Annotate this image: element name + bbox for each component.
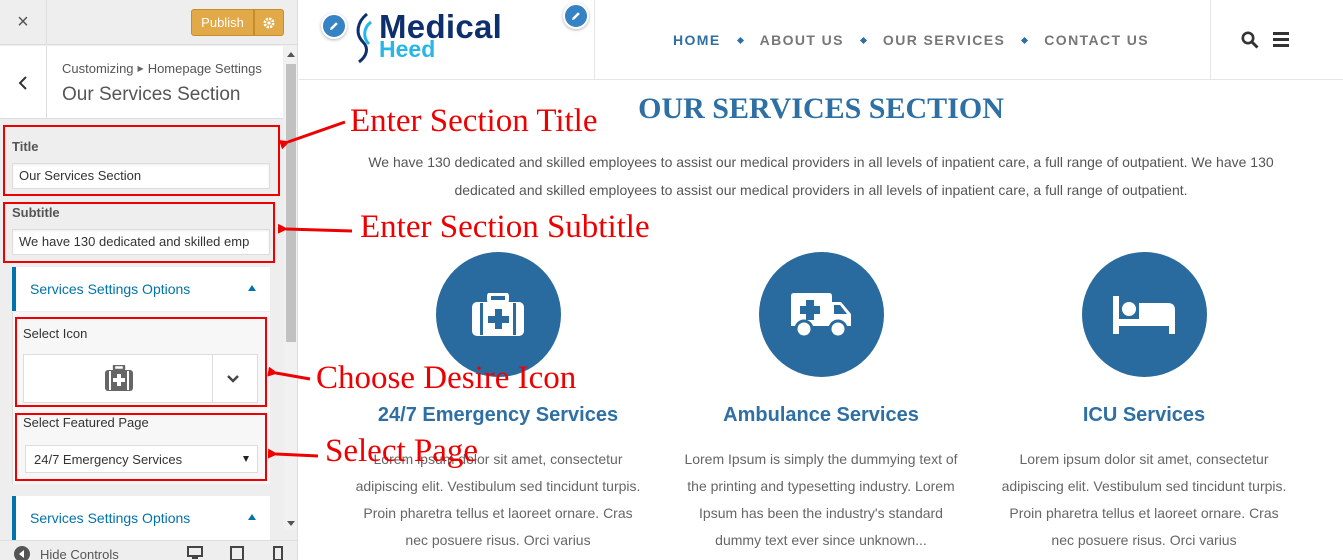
- nav-about-us[interactable]: ABOUT US: [760, 32, 844, 48]
- breadcrumb: Customizing ▶ Homepage Settings: [62, 61, 262, 76]
- nav-contact-us[interactable]: CONTACT US: [1044, 32, 1149, 48]
- edit-logo-pencil-icon[interactable]: [321, 13, 347, 39]
- back-button[interactable]: [0, 46, 47, 119]
- section-header: Customizing ▶ Homepage Settings Our Servic…: [0, 46, 283, 119]
- page-highlight-box: [15, 413, 267, 481]
- main-nav: HOME ABOUT US OUR SERVICES CONTACT US: [673, 32, 1149, 48]
- sidebar-scrollbar[interactable]: [284, 46, 297, 530]
- nav-separator-icon: [736, 36, 744, 44]
- annotation-icon: Choose Desire Icon: [316, 360, 577, 396]
- service-icon-circle: [1081, 252, 1207, 377]
- annotation-subtitle: Enter Section Subtitle: [360, 209, 650, 245]
- logo-subtitle: Heed: [379, 36, 436, 62]
- logo-mark-icon: [351, 12, 377, 69]
- hide-controls-button[interactable]: Hide Controls: [14, 546, 119, 560]
- service-card: 24/7 Emergency Services Lorem ipsum dolo…: [348, 252, 648, 554]
- nav-separator-icon: [1021, 36, 1029, 44]
- site-preview: Medical Heed HOME ABOUT US OUR SERVICES …: [299, 0, 1343, 560]
- ambulance-icon: [791, 292, 851, 338]
- tablet-icon[interactable]: [230, 546, 244, 560]
- customizer-topbar: × Publish: [0, 0, 297, 45]
- nav-our-services[interactable]: OUR SERVICES: [883, 32, 1005, 48]
- subtitle-highlight-box: [3, 202, 275, 263]
- medkit-icon: [472, 292, 524, 336]
- scroll-thumb[interactable]: [286, 64, 296, 342]
- desktop-icon[interactable]: [187, 546, 203, 560]
- caret-up-icon: [248, 285, 256, 291]
- breadcrumb-parent: Homepage Settings: [147, 61, 262, 76]
- service-title[interactable]: Ambulance Services: [671, 404, 971, 427]
- search-icon[interactable]: [1241, 31, 1259, 54]
- close-customizer-button[interactable]: ×: [0, 0, 47, 45]
- publish-settings-gear-icon[interactable]: [254, 9, 284, 36]
- edit-header-pencil-icon[interactable]: [563, 3, 589, 29]
- hide-controls-label: Hide Controls: [40, 546, 119, 560]
- bed-icon: [1113, 295, 1175, 334]
- header-tools: [1210, 0, 1343, 80]
- title-highlight-box: [3, 125, 280, 196]
- customizer-footer: Hide Controls: [0, 540, 297, 560]
- mobile-icon[interactable]: [273, 546, 283, 560]
- scroll-down-icon[interactable]: [287, 521, 295, 526]
- site-header: Medical Heed HOME ABOUT US OUR SERVICES …: [299, 0, 1343, 80]
- service-text: Lorem Ipsum is simply the dummying text …: [684, 451, 958, 548]
- service-icon-circle: [758, 252, 884, 377]
- nav-separator-icon: [859, 36, 867, 44]
- annotation-title: Enter Section Title: [350, 103, 598, 139]
- chevron-left-icon: [18, 75, 27, 90]
- publish-button[interactable]: Publish: [191, 9, 254, 36]
- service-title[interactable]: ICU Services: [994, 404, 1294, 427]
- accordion-label: Services Settings Options: [30, 510, 191, 526]
- services-subtitle: We have 130 dedicated and skilled employ…: [368, 154, 1274, 198]
- service-card: ICU Services Lorem ipsum dolor sit amet,…: [994, 252, 1294, 554]
- breadcrumb-root: Customizing: [62, 61, 134, 76]
- service-title[interactable]: 24/7 Emergency Services: [348, 404, 648, 427]
- accordion-label: Services Settings Options: [30, 281, 191, 297]
- caret-up-icon: [248, 514, 256, 520]
- breadcrumb-separator-icon: ▶: [137, 64, 144, 73]
- service-card: Ambulance Services Lorem Ipsum is simply…: [671, 252, 971, 554]
- scroll-up-icon[interactable]: [287, 52, 295, 57]
- menu-icon[interactable]: [1273, 32, 1289, 52]
- nav-home[interactable]: HOME: [673, 32, 721, 48]
- service-text: Lorem ipsum dolor sit amet, consectetur …: [1001, 451, 1287, 548]
- collapse-arrow-icon: [14, 546, 30, 560]
- services-settings-accordion-1[interactable]: Services Settings Options: [12, 267, 270, 311]
- logo-area[interactable]: Medical Heed: [299, 0, 595, 80]
- annotation-page: Select Page: [325, 433, 479, 469]
- icon-highlight-box: [15, 317, 267, 407]
- section-title: Our Services Section: [62, 84, 241, 105]
- service-icon-circle: [435, 252, 561, 377]
- services-settings-accordion-2[interactable]: Services Settings Options: [12, 496, 270, 540]
